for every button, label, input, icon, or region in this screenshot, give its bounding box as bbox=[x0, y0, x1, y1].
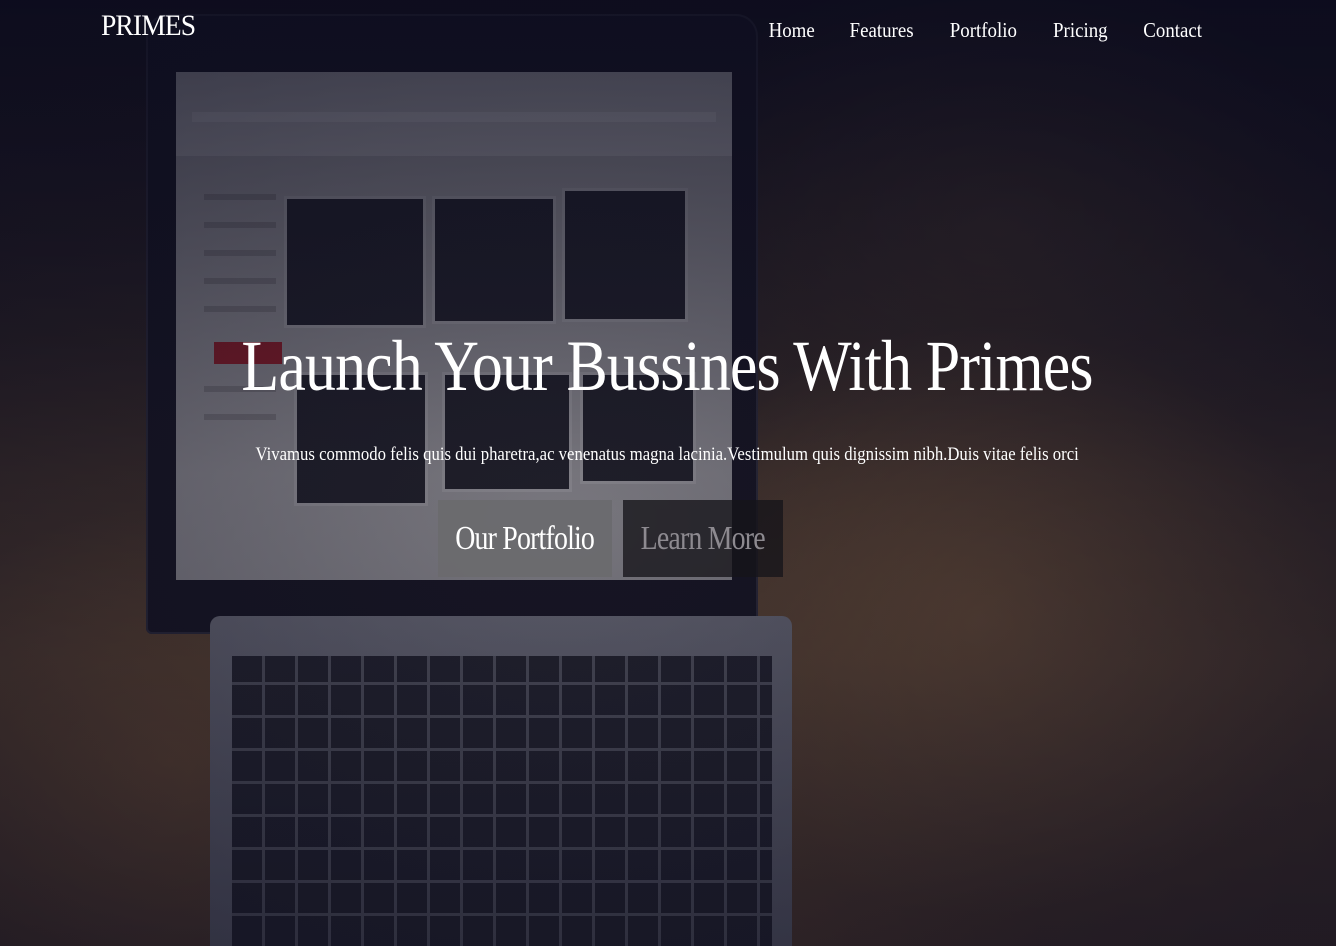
hero-subtitle: Vivamus commodo felis quis dui pharetra,… bbox=[255, 444, 1079, 465]
our-portfolio-button[interactable]: Our Portfolio bbox=[438, 500, 612, 577]
brand-logo[interactable]: PRIMES bbox=[101, 9, 196, 43]
nav-link-contact[interactable]: Contact bbox=[1143, 18, 1202, 43]
learn-more-button-label: Learn More bbox=[640, 519, 766, 557]
nav-link-features[interactable]: Features bbox=[850, 18, 914, 43]
nav-link-home[interactable]: Home bbox=[768, 18, 814, 43]
learn-more-button[interactable]: Learn More bbox=[623, 500, 783, 577]
hero-dark-overlay bbox=[0, 0, 1336, 946]
top-navbar: PRIMES Home Features Portfolio Pricing C… bbox=[0, 0, 1336, 64]
nav-link-portfolio[interactable]: Portfolio bbox=[950, 18, 1017, 43]
hero-title: Launch Your Bussines With Primes bbox=[241, 326, 1093, 406]
our-portfolio-button-label: Our Portfolio bbox=[455, 519, 596, 557]
nav-link-pricing[interactable]: Pricing bbox=[1053, 18, 1108, 43]
hero-button-group: Our Portfolio Learn More bbox=[438, 500, 783, 577]
nav-menu: Home Features Portfolio Pricing Contact bbox=[766, 18, 1205, 43]
